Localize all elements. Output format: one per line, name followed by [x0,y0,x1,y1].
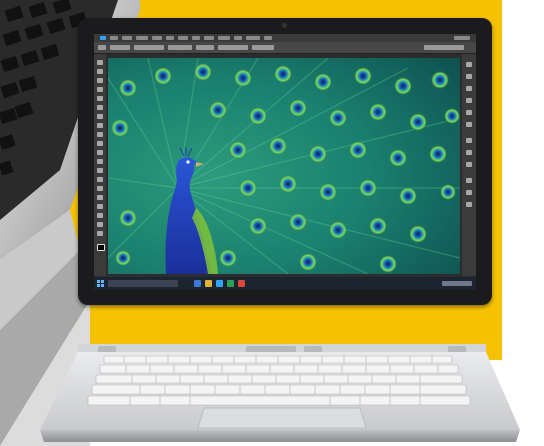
eyedropper-tool-icon[interactable] [97,105,103,110]
taskbar-app-icon[interactable] [194,280,201,287]
product-photo [0,0,544,446]
menu-item[interactable] [234,36,242,40]
trackpad [197,407,367,429]
photoshop-tools-panel [94,54,106,276]
taskbar-app-icon[interactable] [238,280,245,287]
photoshop-logo-icon [100,36,106,40]
peacock-photo-canvas [108,58,460,274]
brush-panel-icon[interactable] [466,178,472,183]
hand-tool-icon[interactable] [97,222,103,227]
move-tool-icon[interactable] [97,60,103,65]
blur-tool-icon[interactable] [97,168,103,173]
menu-item[interactable] [192,36,200,40]
dodge-tool-icon[interactable] [97,177,103,182]
menu-item[interactable] [136,36,148,40]
taskbar-app-icon[interactable] [205,280,212,287]
shape-tool-icon[interactable] [97,213,103,218]
color-panel-icon[interactable] [466,86,472,91]
menu-item[interactable] [122,36,132,40]
paragraph-panel-icon[interactable] [466,202,472,207]
menu-item[interactable] [166,36,174,40]
menu-item[interactable] [264,36,272,40]
gradient-tool-icon[interactable] [97,159,103,164]
styles-panel-icon[interactable] [466,122,472,127]
channels-panel-icon[interactable] [466,150,472,155]
healing-tool-icon[interactable] [97,114,103,119]
swatches-panel-icon[interactable] [466,98,472,103]
key-row-2 [99,364,459,374]
option-control[interactable] [168,45,192,50]
brush-tool-icon[interactable] [97,123,103,128]
screen [94,34,476,290]
option-control[interactable] [218,45,248,50]
taskbar-app-icon[interactable] [227,280,234,287]
pen-tool-icon[interactable] [97,186,103,191]
option-control[interactable] [252,45,274,50]
photoshop-options-bar [94,42,476,54]
option-control[interactable] [196,45,214,50]
adjustments-panel-icon[interactable] [466,110,472,115]
taskbar-app-icon[interactable] [216,280,223,287]
taskbar-search-box[interactable] [108,280,178,287]
windows-taskbar [94,277,476,290]
menu-item[interactable] [178,36,188,40]
history-panel-icon[interactable] [466,62,472,67]
zoom-tool-icon[interactable] [97,231,103,236]
history-brush-tool-icon[interactable] [97,141,103,146]
option-control[interactable] [110,45,130,50]
menu-item[interactable] [152,36,162,40]
option-control[interactable] [134,45,164,50]
paths-panel-icon[interactable] [466,162,472,167]
menu-item[interactable] [246,36,260,40]
system-tray[interactable] [442,281,472,286]
eraser-tool-icon[interactable] [97,150,103,155]
foreground-color-swatch[interactable] [97,244,105,251]
windows-start-icon[interactable] [97,280,104,287]
menu-item[interactable] [204,36,214,40]
character-panel-icon[interactable] [466,190,472,195]
crop-tool-icon[interactable] [97,96,103,101]
marquee-tool-icon[interactable] [97,69,103,74]
quick-select-tool-icon[interactable] [97,87,103,92]
type-tool-icon[interactable] [97,195,103,200]
window-controls[interactable] [454,36,470,40]
path-select-tool-icon[interactable] [97,204,103,209]
photoshop-panel-dock [462,54,476,276]
camera-icon [282,23,287,28]
stamp-tool-icon[interactable] [97,132,103,137]
properties-panel-icon[interactable] [466,74,472,79]
lasso-tool-icon[interactable] [97,78,103,83]
photoshop-menu-bar [94,34,476,42]
layers-panel-icon[interactable] [466,138,472,143]
tool-preset-icon[interactable] [98,45,106,50]
workspace-switcher[interactable] [424,45,464,50]
menu-item[interactable] [110,36,118,40]
menu-item[interactable] [218,36,230,40]
